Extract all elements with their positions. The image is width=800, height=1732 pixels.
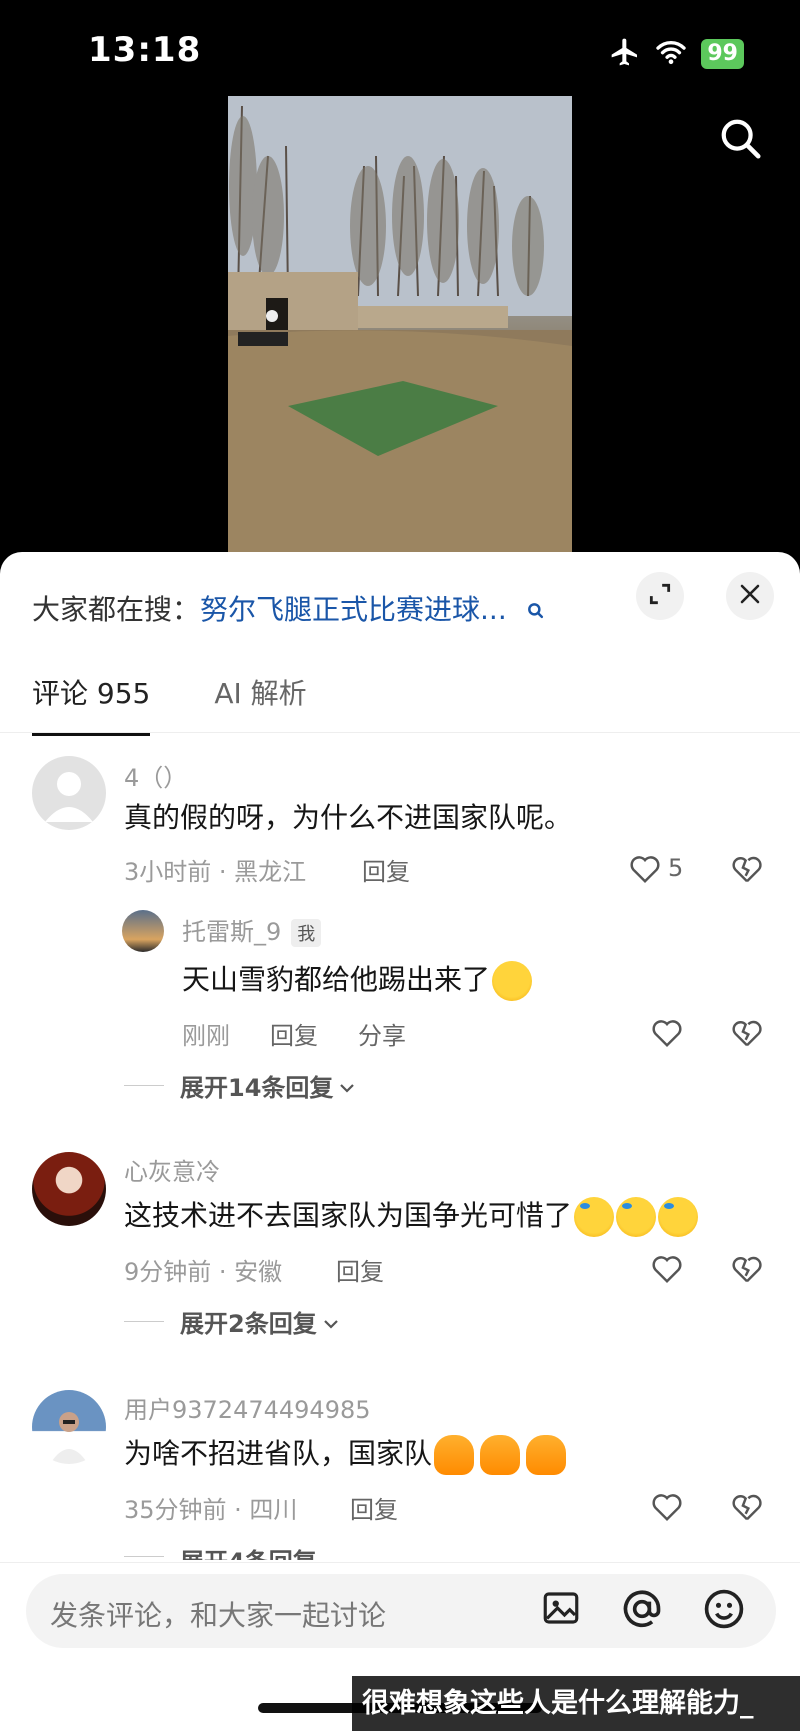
laugh-cry-emoji-icon xyxy=(574,1197,615,1237)
emoji-icon[interactable] xyxy=(702,1587,746,1635)
caption-overlay: 很难想象这些人是什么理解能力_ xyxy=(352,1676,800,1731)
comment-text[interactable]: 真的假的呀，为什么不进国家队呢。 xyxy=(124,796,572,836)
close-icon xyxy=(738,582,762,610)
status-icons: 99 xyxy=(609,36,744,72)
laugh-cry-emoji-icon xyxy=(616,1197,657,1237)
avatar[interactable] xyxy=(32,1390,106,1464)
reply-meta: 刚刚 xyxy=(182,1022,230,1050)
expand-replies-button[interactable]: 展开4条回复 xyxy=(124,1542,317,1560)
avatar[interactable] xyxy=(32,756,106,830)
pray-emoji-icon xyxy=(434,1435,475,1475)
comment-meta: 3小时前 · 黑龙江 xyxy=(124,858,307,886)
laugh-cry-emoji-icon xyxy=(658,1197,699,1237)
comment-sheet: 大家都在搜：努尔飞腿正式比赛进球... 评论 955 AI 解析 4（） 真的假… xyxy=(0,552,800,1731)
comment-text[interactable]: 这技术进不去国家队为国争光可惜了 xyxy=(124,1194,699,1237)
video-player[interactable] xyxy=(228,96,572,552)
comment-username[interactable]: 心灰意冷 xyxy=(124,1152,220,1187)
status-bar: 13:18 99 xyxy=(0,0,800,100)
search-icon[interactable] xyxy=(718,116,764,166)
hot-search-query[interactable]: 努尔飞腿正式比赛进球... xyxy=(200,593,507,626)
dash-line xyxy=(124,1085,164,1086)
at-mention-icon[interactable] xyxy=(620,1587,664,1635)
comment-meta: 9分钟前 · 安徽 xyxy=(124,1258,283,1286)
expand-replies-button[interactable]: 展开2条回复 xyxy=(124,1304,339,1339)
small-search-icon xyxy=(526,595,546,628)
dash-line xyxy=(124,1321,164,1322)
like-icon[interactable] xyxy=(650,1018,684,1052)
comment-username[interactable]: 4（） xyxy=(124,758,187,793)
expand-replies-button[interactable]: 展开14条回复 xyxy=(124,1068,355,1103)
reply-button[interactable]: 回复 xyxy=(336,1252,384,1287)
comment-meta: 35分钟前 · 四川 xyxy=(124,1496,298,1524)
share-button[interactable]: 分享 xyxy=(358,1016,406,1051)
pray-emoji-icon xyxy=(480,1435,521,1475)
comment-input[interactable]: 发条评论，和大家一起讨论 xyxy=(26,1574,776,1648)
expand-icon xyxy=(647,581,673,611)
image-icon[interactable] xyxy=(540,1587,582,1633)
like-icon[interactable] xyxy=(650,1492,684,1526)
reply-button[interactable]: 回复 xyxy=(362,852,410,887)
reply-avatar[interactable] xyxy=(122,910,164,952)
like-icon[interactable] xyxy=(628,854,662,888)
airplane-icon xyxy=(609,36,641,72)
tab-ai-analysis[interactable]: AI 解析 xyxy=(214,672,306,736)
video-thumbnail xyxy=(228,96,572,552)
reply-username[interactable]: 托雷斯_9 我 xyxy=(182,912,322,947)
dislike-icon[interactable] xyxy=(730,1018,764,1052)
pray-emoji-icon xyxy=(526,1435,567,1475)
close-button[interactable] xyxy=(726,572,774,620)
chevron-down-icon xyxy=(323,1308,339,1336)
dash-line xyxy=(124,1556,164,1557)
dislike-icon[interactable] xyxy=(730,1492,764,1526)
wifi-icon xyxy=(655,39,687,69)
dislike-icon[interactable] xyxy=(730,1254,764,1288)
like-count: 5 xyxy=(668,854,684,882)
reply-text[interactable]: 天山雪豹都给他踢出来了 xyxy=(182,958,533,1001)
avatar[interactable] xyxy=(32,1152,106,1226)
reply-button[interactable]: 回复 xyxy=(350,1490,398,1525)
me-badge: 我 xyxy=(291,919,322,947)
comment-username[interactable]: 用户9372474494985 xyxy=(124,1390,371,1425)
tab-bar: 评论 955 AI 解析 xyxy=(32,672,307,736)
divider xyxy=(0,732,800,733)
reply-button[interactable]: 回复 xyxy=(270,1016,318,1051)
smile-emoji-icon xyxy=(492,961,533,1001)
status-time: 13:18 xyxy=(88,30,202,70)
hot-search-prefix: 大家都在搜： xyxy=(32,593,201,626)
tab-comments[interactable]: 评论 955 xyxy=(32,672,151,736)
comment-input-placeholder: 发条评论，和大家一起讨论 xyxy=(50,1599,387,1632)
battery-indicator: 99 xyxy=(701,39,744,69)
chevron-down-icon xyxy=(339,1072,355,1100)
comment-text[interactable]: 为啥不招进省队，国家队 xyxy=(124,1432,567,1475)
dislike-icon[interactable] xyxy=(730,854,764,888)
like-icon[interactable] xyxy=(650,1254,684,1288)
hot-search-bar[interactable]: 大家都在搜：努尔飞腿正式比赛进球... xyxy=(32,588,546,628)
expand-fullscreen-button[interactable] xyxy=(636,572,684,620)
